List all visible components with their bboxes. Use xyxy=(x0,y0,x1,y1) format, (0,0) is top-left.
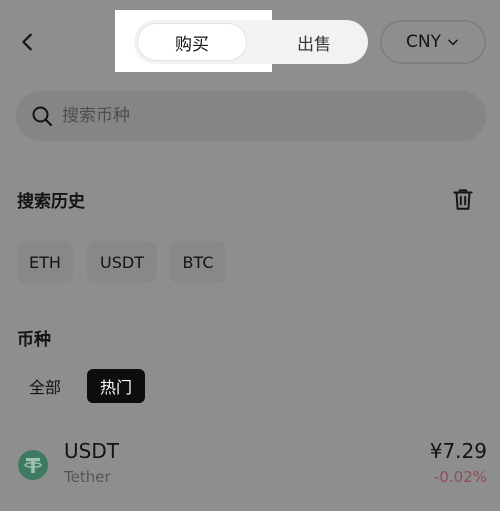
currency-label: CNY xyxy=(406,32,441,52)
filter-hot[interactable]: 热门 xyxy=(87,369,145,403)
search-input[interactable] xyxy=(60,105,444,127)
coin-name: Tether xyxy=(64,468,111,486)
tether-icon xyxy=(18,450,48,480)
history-chip[interactable]: USDT xyxy=(87,241,157,283)
history-chip[interactable]: BTC xyxy=(170,241,226,283)
back-button[interactable] xyxy=(12,26,44,58)
tab-sell-label: 出售 xyxy=(297,34,331,55)
coin-symbol: USDT xyxy=(64,439,119,463)
search-icon xyxy=(32,106,53,127)
search-history-title: 搜索历史 xyxy=(17,192,85,212)
trash-icon[interactable] xyxy=(450,186,476,212)
coin-price: ¥7.29 xyxy=(429,439,487,463)
tab-sell[interactable]: 出售 xyxy=(268,24,360,60)
chevron-left-icon xyxy=(22,33,32,51)
search-bar[interactable] xyxy=(16,91,486,141)
currency-selector[interactable]: CNY xyxy=(380,20,486,64)
chevron-down-icon xyxy=(448,39,458,46)
tab-buy[interactable]: 购买 xyxy=(138,24,246,60)
tab-buy-label: 购买 xyxy=(175,34,209,55)
filter-all[interactable]: 全部 xyxy=(17,369,73,403)
coin-section-title: 币种 xyxy=(17,330,51,350)
coin-change: -0.02% xyxy=(433,468,487,486)
history-chip[interactable]: ETH xyxy=(17,241,73,283)
